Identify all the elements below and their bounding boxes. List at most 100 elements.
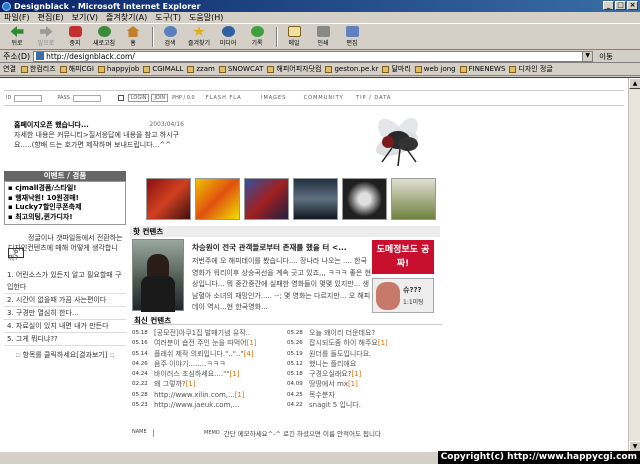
link-item[interactable]: zzam (187, 65, 215, 73)
list-item[interactable]: 05.18 [공모전]아쿠1집 발매기념 유작.. (132, 328, 287, 338)
id-input[interactable] (14, 94, 43, 102)
link-item[interactable]: SNOWCAT (218, 65, 263, 73)
event-item[interactable]: ▪ cjmall경품/스타일! (8, 184, 122, 194)
menu-favorites[interactable]: 즐겨찾기(A) (106, 12, 147, 23)
menu-tools[interactable]: 도구(T) (155, 12, 181, 23)
list-item[interactable]: 04.25 목수분자 (287, 390, 442, 400)
menu-view[interactable]: 보기(V) (72, 12, 98, 23)
list-item[interactable]: 05.23 http://www.jaeuk.com,... (132, 400, 287, 410)
vertical-scrollbar[interactable]: ▲ ▼ (628, 78, 640, 451)
poll-option[interactable]: 3. 구경만 열심히 한다... (4, 307, 126, 320)
link-item[interactable]: happyjob (97, 65, 139, 73)
links-bar: 연결 한컴리즈 해피CGI happyjob CGIMALL zzam SNOW… (0, 63, 640, 76)
list-item[interactable]: 05.16 여러분이 숍전 주인 눈을 따먹어 [1] (132, 338, 287, 348)
link-item[interactable]: 디자인 정글 (509, 64, 553, 74)
print-button[interactable]: 인쇄 (310, 25, 336, 49)
link-item[interactable]: 한컴리즈 (20, 64, 56, 74)
copyright-text: Copyright(c) http://www.happycgi.com (437, 451, 640, 464)
list-item[interactable]: 04.24 바이러스 조심하세요...."" [1] (132, 369, 287, 379)
list-item[interactable]: 02.22 왜 그렇까? [1] (132, 379, 287, 389)
event-item[interactable]: ▪ Lucky7할인쿠폰축제 (8, 203, 122, 213)
poll-option[interactable]: 2. 시간이 없을때 가끔 사는편이다 (4, 294, 126, 307)
thumbnail[interactable] (244, 178, 289, 220)
nav-community[interactable]: COMMUNITY (303, 95, 345, 101)
event-item[interactable]: ▪ 최고의팅,퀸가디자! (8, 213, 122, 223)
poll-option[interactable]: 4. 자료실이 있지 내면 내가 만든다 (4, 320, 126, 333)
list-item[interactable]: 05.18 구경오실래요? [1] (287, 369, 442, 379)
thumbnail[interactable] (293, 178, 338, 220)
media-button[interactable]: 미디어 (215, 25, 241, 49)
nav-flash[interactable]: FLASH FLA (203, 95, 245, 101)
link-item[interactable]: 해피CGI (59, 64, 94, 74)
menu-help[interactable]: 도움말(H) (189, 12, 223, 23)
favorites-button[interactable]: 즐겨찾기 (186, 25, 212, 49)
app-title: Microsoft Internet Explorer (77, 1, 201, 11)
forward-arrow-icon (39, 26, 53, 37)
links-label: 연결 (3, 65, 16, 73)
stop-button[interactable]: 중지 (62, 25, 88, 49)
join-button[interactable]: JOIN (151, 94, 169, 102)
version-text: PHP / 0.0 (172, 95, 195, 101)
edit-button[interactable]: 편집 (339, 25, 365, 49)
minimize-button[interactable]: _ (603, 1, 614, 10)
thumbnail[interactable] (391, 178, 436, 220)
link-item[interactable]: web jong (414, 65, 456, 73)
list-item[interactable]: 04.22 snagit 5 입니다. (287, 400, 442, 410)
go-button[interactable]: 이동 (599, 51, 613, 62)
link-icon (325, 65, 333, 73)
close-button[interactable]: × (627, 1, 638, 10)
link-item[interactable]: geston.pe.kr (325, 65, 378, 73)
domain-ad-banner[interactable]: 도메정보도 공짜! (372, 240, 434, 274)
list-item[interactable]: 05.26 잡시되도좀 하이 해주요 [1] (287, 338, 442, 348)
search-button[interactable]: 검색 (157, 25, 183, 49)
nav-tip-data[interactable]: TIP / DATA (353, 95, 395, 101)
list-item[interactable]: 05.12 했니는 플리애요 (287, 359, 442, 369)
mail-button[interactable]: 메일 (281, 25, 307, 49)
poll-list: 1. 어린소스가 있든지 알고 필요할때 구입한다 2. 시간이 없을때 가끔 … (4, 269, 126, 346)
list-item[interactable]: 05.19 원더를 들도입니다요. (287, 349, 442, 359)
poll-option[interactable]: 5. 그게 뭐디냐?? (4, 333, 126, 346)
list-item[interactable]: 04.09 땅땅에서 mx [1] (287, 379, 442, 389)
scroll-down-arrow[interactable]: ▼ (629, 441, 640, 451)
thumbnail[interactable] (146, 178, 191, 220)
link-icon (59, 65, 67, 73)
login-button[interactable]: LOGIN (127, 94, 150, 102)
event-list: ▪ cjmall경품/스타일! ▪ 행재낙원! 10원경매! ▪ Lucky7할… (4, 181, 126, 225)
menu-file[interactable]: 파일(F) (4, 12, 30, 23)
link-item[interactable]: FINENEWS (459, 65, 505, 73)
favorites-star-icon (192, 26, 206, 37)
meeting-ad-banner[interactable]: 슈??? 1:1미팅 (372, 278, 434, 313)
menu-edit[interactable]: 편집(E) (38, 12, 64, 23)
address-dropdown[interactable]: ▼ (582, 51, 593, 61)
save-checkbox[interactable] (117, 95, 124, 101)
list-item[interactable]: 05.14 플래쉬 제작 의뢰입니다."..".." [4] (132, 349, 287, 359)
pass-input[interactable] (72, 94, 101, 102)
home-button[interactable]: 홈 (120, 25, 146, 49)
list-item[interactable]: 05.28 http://www.xilin.com,... [1] (132, 390, 287, 400)
memo-input[interactable]: 간단 메모하세요^-^ 로긴 하셨으면 이름 안적어도 됩니다 (224, 428, 381, 438)
hot-content-title[interactable]: 차승원이 전국 관객들로부터 존재를 했을 터 <... (192, 242, 347, 253)
nav-images[interactable]: IMAGES (253, 95, 295, 101)
poll-option[interactable]: 1. 어린소스가 있든지 알고 필요할때 구입한다 (4, 269, 126, 294)
home-icon (126, 26, 140, 37)
list-item[interactable]: 05.28 오늘 왜이리 더운데요? (287, 328, 442, 338)
link-item[interactable]: 해피어피자닷컴 (267, 64, 321, 74)
thumbnail[interactable] (342, 178, 387, 220)
list-item[interactable]: 04.26 음주 이야기........ㅋㅋㅋ (132, 359, 287, 369)
event-item[interactable]: ▪ 행재낙원! 10원경매! (8, 194, 122, 204)
link-item[interactable]: 달마리 (382, 64, 411, 74)
history-button[interactable]: 기록 (244, 25, 270, 49)
thumbnail[interactable] (195, 178, 240, 220)
link-item[interactable]: CGIMALL (143, 65, 183, 73)
scroll-up-arrow[interactable]: ▲ (629, 78, 640, 89)
id-label: ID (6, 95, 12, 101)
hot-content-photo[interactable] (132, 239, 184, 312)
link-icon (97, 65, 105, 73)
refresh-button[interactable]: 새로고침 (91, 25, 117, 49)
maximize-button[interactable]: □ (615, 1, 626, 10)
poll-result-link[interactable]: :: 항목를 클릭하세요[결과보기] :: (4, 350, 126, 360)
back-button[interactable]: 뒤로 (4, 25, 30, 49)
forward-button[interactable]: 앞으로 (33, 25, 59, 49)
address-input[interactable]: http://designblack.com/ ▼ (33, 50, 594, 62)
mail-icon (287, 26, 301, 37)
